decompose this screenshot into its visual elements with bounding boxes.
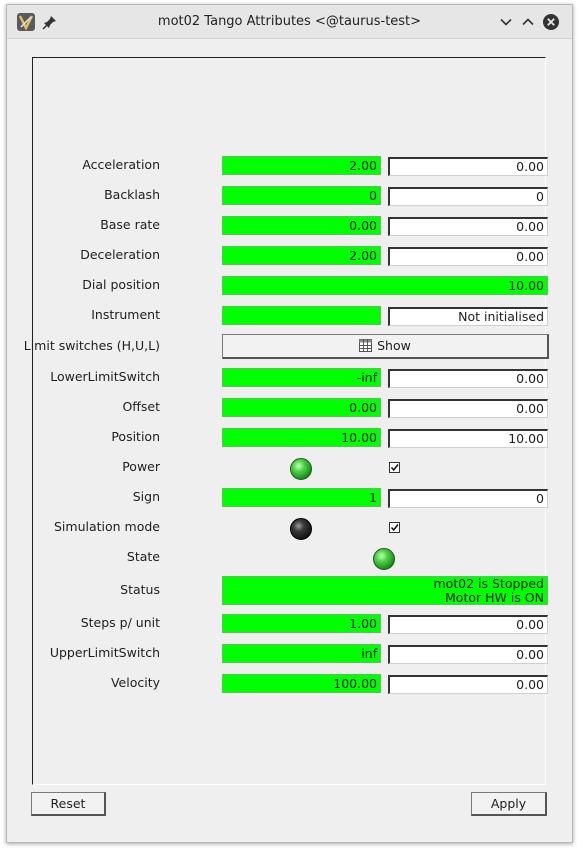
label-position: Position — [111, 429, 160, 444]
led-green-icon — [290, 458, 312, 480]
read-acceleration: 2.00 — [222, 156, 381, 175]
checkmark-icon — [390, 464, 399, 472]
read-status: mot02 is Stopped Motor HW is ON — [222, 576, 548, 605]
read-velocity: 100.00 — [222, 674, 381, 693]
write-position[interactable]: 10.00 — [388, 429, 548, 448]
read-lower-limit-switch: -inf — [222, 368, 381, 387]
power-write-checkbox[interactable] — [389, 462, 400, 473]
read-deceleration: 2.00 — [222, 246, 381, 265]
write-offset[interactable]: 0.00 — [388, 399, 548, 418]
write-steps-per-unit[interactable]: 0.00 — [388, 615, 548, 634]
write-lower-limit-switch[interactable]: 0.00 — [388, 369, 548, 388]
label-dial-position: Dial position — [82, 277, 160, 292]
label-acceleration: Acceleration — [82, 157, 160, 172]
write-instrument[interactable]: Not initialised — [388, 307, 548, 326]
led-black-icon — [290, 518, 312, 540]
read-base-rate: 0.00 — [222, 216, 381, 235]
read-steps-per-unit: 1.00 — [222, 614, 381, 633]
write-deceleration[interactable]: 0.00 — [388, 247, 548, 266]
label-limit-switches: Limit switches (H,U,L) — [23, 338, 160, 353]
read-position: 10.00 — [222, 428, 381, 447]
show-button-label: Show — [377, 338, 411, 353]
read-instrument — [222, 306, 381, 325]
write-velocity[interactable]: 0.00 — [388, 675, 548, 694]
label-base-rate: Base rate — [100, 217, 160, 232]
read-backlash: 0 — [222, 186, 381, 205]
label-instrument: Instrument — [91, 307, 160, 322]
label-sign: Sign — [132, 489, 160, 504]
show-limit-switches-button[interactable]: Show — [222, 334, 549, 359]
label-offset: Offset — [122, 399, 160, 414]
read-sign: 1 — [222, 488, 381, 507]
label-status: Status — [120, 582, 160, 597]
write-base-rate[interactable]: 0.00 — [388, 217, 548, 236]
label-backlash: Backlash — [104, 187, 160, 202]
status-line-2: Motor HW is ON — [445, 589, 544, 605]
reset-button[interactable]: Reset — [31, 792, 106, 816]
label-upper-limit-switch: UpperLimitSwitch — [49, 645, 160, 660]
write-sign[interactable]: 0 — [388, 489, 548, 508]
label-deceleration: Deceleration — [80, 247, 160, 262]
label-lower-limit-switch: LowerLimitSwitch — [50, 369, 160, 384]
label-simulation-mode: Simulation mode — [53, 519, 160, 534]
read-upper-limit-switch: inf — [222, 644, 381, 663]
simulation-mode-write-checkbox[interactable] — [389, 522, 400, 533]
table-icon — [359, 339, 373, 352]
apply-button[interactable]: Apply — [471, 792, 547, 816]
label-power: Power — [122, 459, 160, 474]
read-offset: 0.00 — [222, 398, 381, 417]
write-backlash[interactable]: 0 — [388, 187, 548, 206]
checkmark-icon — [390, 524, 399, 532]
write-acceleration[interactable]: 0.00 — [388, 157, 548, 176]
attributes-panel: Acceleration 2.00 0.00 Backlash 0 0 Base… — [24, 57, 549, 785]
status-line-1: mot02 is Stopped — [433, 576, 544, 591]
title-bar[interactable]: mot02 Tango Attributes <@taurus-test> — [7, 5, 572, 39]
label-velocity: Velocity — [110, 675, 160, 690]
led-green-icon — [373, 548, 395, 570]
write-upper-limit-switch[interactable]: 0.00 — [388, 645, 548, 664]
read-dial-position: 10.00 — [222, 276, 548, 295]
close-icon[interactable] — [542, 13, 560, 31]
attributes-window: mot02 Tango Attributes <@taurus-test> Ac… — [6, 4, 573, 843]
label-state: State — [126, 549, 160, 564]
label-steps-per-unit: Steps p/ unit — [80, 615, 160, 630]
minimize-icon[interactable] — [497, 13, 515, 31]
maximize-icon[interactable] — [519, 13, 537, 31]
window-title: mot02 Tango Attributes <@taurus-test> — [157, 14, 422, 29]
